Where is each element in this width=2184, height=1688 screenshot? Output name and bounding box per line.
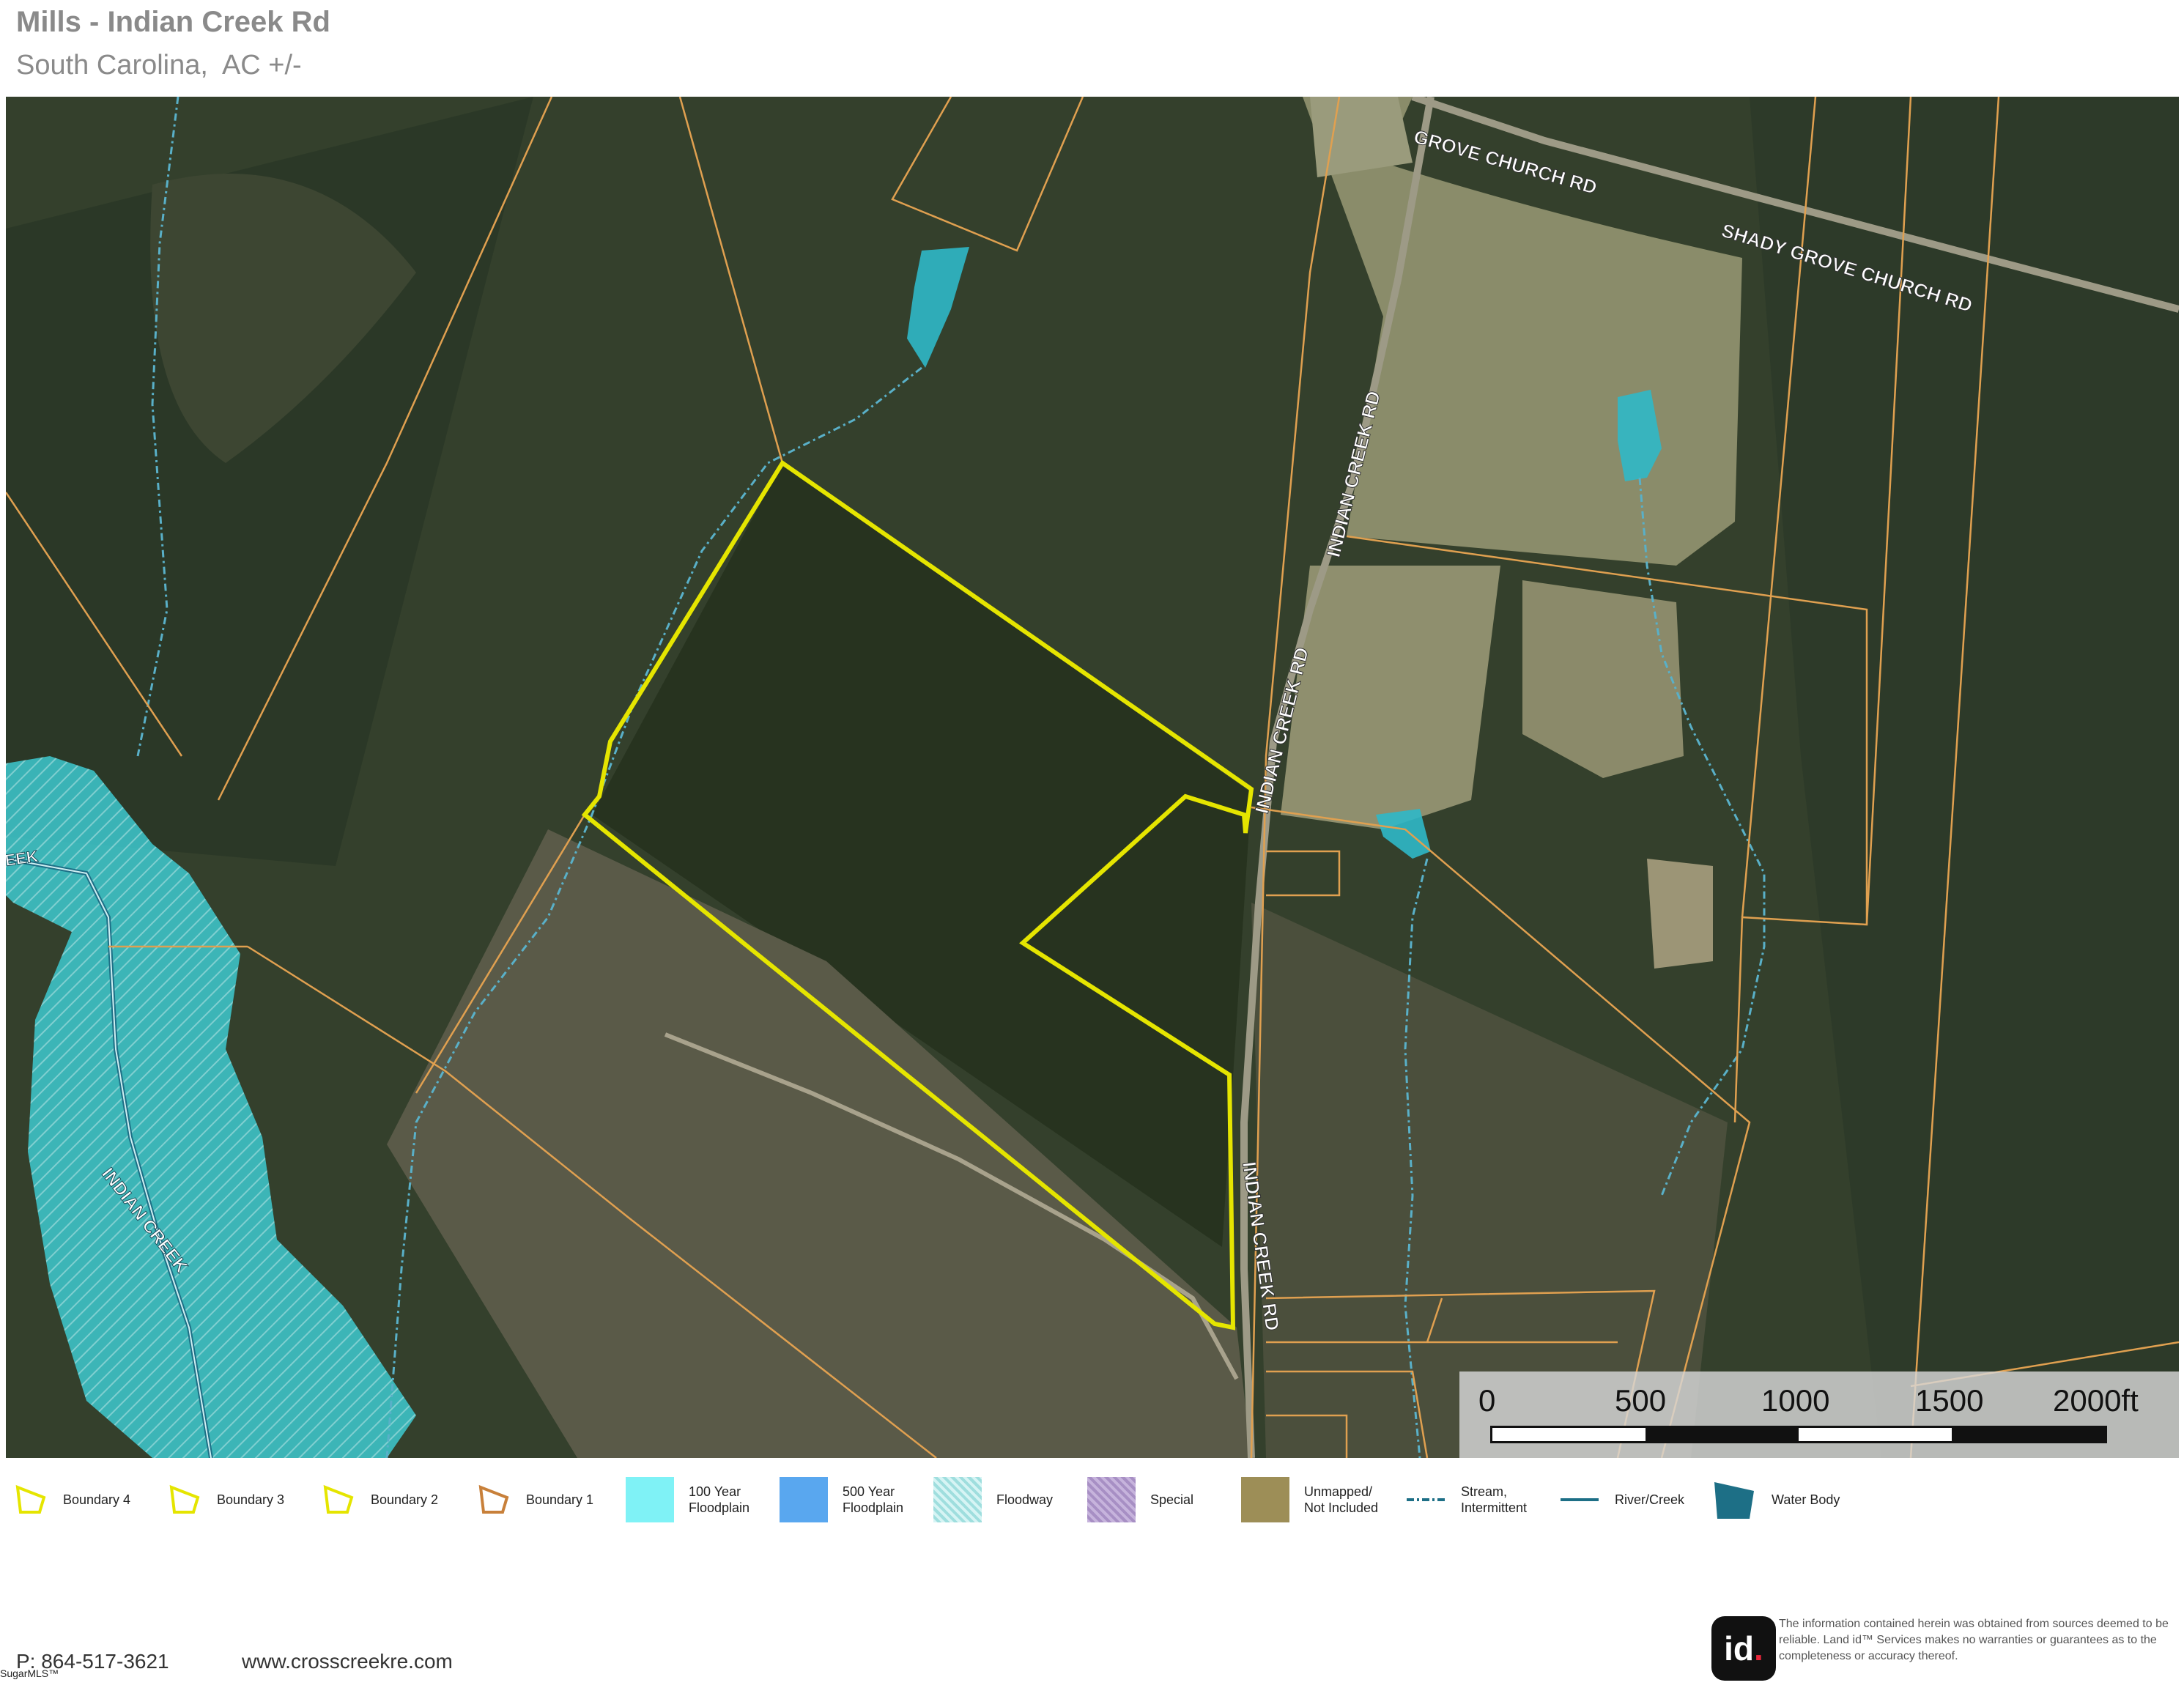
- legend-stream: Stream, Intermittent: [1405, 1474, 1527, 1525]
- legend-label-stream: Stream, Intermittent: [1461, 1484, 1528, 1515]
- legend-boundary-1: Boundary 1: [476, 1474, 593, 1525]
- scale-label-1000: 1000: [1761, 1383, 1830, 1418]
- footer-website-link[interactable]: www.crosscreekre.com: [242, 1650, 453, 1673]
- scale-seg-4: [1952, 1428, 2105, 1441]
- legend-boundary-2: Boundary 2: [321, 1474, 438, 1525]
- boundary-polygon-icon: [478, 1484, 509, 1514]
- legend-label-floodplain-500: 500 Year Floodplain: [843, 1484, 904, 1515]
- line-icon: [1561, 1498, 1599, 1501]
- legend-floodway: Floodway: [933, 1474, 1053, 1525]
- land-id-logo: id.: [1711, 1616, 1776, 1681]
- legend-floodplain-100: 100 Year Floodplain: [626, 1474, 749, 1525]
- boundary-polygon-icon: [323, 1484, 354, 1514]
- legend-special: Special: [1087, 1474, 1193, 1525]
- floodplain-500-swatch: [780, 1477, 828, 1522]
- map-legend: Boundary 4 Boundary 3 Boundary 2 Boundar…: [13, 1474, 2169, 1525]
- scale-track: [1490, 1426, 2107, 1443]
- legend-label-special: Special: [1150, 1492, 1194, 1507]
- legend-label-boundary-4: Boundary 4: [63, 1492, 131, 1507]
- legend-label-unmapped: Unmapped/ Not Included: [1304, 1484, 1379, 1515]
- scale-seg-1: [1492, 1428, 1646, 1441]
- legend-label-boundary-2: Boundary 2: [371, 1492, 439, 1507]
- logo-dot-icon: .: [1754, 1629, 1763, 1667]
- legend-label-boundary-1: Boundary 1: [526, 1492, 594, 1507]
- legend-label-floodplain-100: 100 Year Floodplain: [689, 1484, 750, 1515]
- legend-boundary-3: Boundary 3: [167, 1474, 284, 1525]
- unmapped-swatch: [1241, 1477, 1289, 1522]
- legend-label-floodway: Floodway: [996, 1492, 1054, 1507]
- logo-text: id: [1724, 1629, 1755, 1667]
- map-canvas: GROVE CHURCH RD SHADY GROVE CHURCH RD IN…: [6, 97, 2179, 1458]
- boundary-polygon-icon: [169, 1484, 200, 1514]
- legend-floodplain-500: 500 Year Floodplain: [780, 1474, 903, 1525]
- floodplain-100-swatch: [626, 1477, 674, 1522]
- floodway-swatch: [933, 1477, 982, 1522]
- scale-seg-3: [1799, 1428, 1952, 1441]
- scale-label-0: 0: [1478, 1383, 1496, 1418]
- scale-label-2000ft: 2000ft: [2053, 1383, 2139, 1418]
- water-body-icon: [1714, 1482, 1754, 1519]
- mls-watermark: SugarMLS™: [0, 1667, 59, 1679]
- scale-label-1500: 1500: [1915, 1383, 1984, 1418]
- map-title: Mills - Indian Creek Rd: [16, 6, 330, 38]
- legend-river: River/Creek: [1559, 1474, 1684, 1525]
- legend-label-boundary-3: Boundary 3: [217, 1492, 285, 1507]
- scale-bar: 0 500 1000 1500 2000ft: [1459, 1372, 2179, 1458]
- scale-seg-2: [1646, 1428, 1799, 1441]
- legend-label-water-body: Water Body: [1772, 1492, 1840, 1507]
- dash-dot-line-icon: [1407, 1498, 1445, 1501]
- map-subtitle: South Carolina, AC +/-: [16, 50, 302, 81]
- legend-label-river: River/Creek: [1615, 1492, 1685, 1507]
- legend-unmapped: Unmapped/ Not Included: [1241, 1474, 1378, 1525]
- aerial-map[interactable]: GROVE CHURCH RD SHADY GROVE CHURCH RD IN…: [6, 97, 2179, 1458]
- legend-water-body: Water Body: [1711, 1474, 1840, 1525]
- pasture-small: [1647, 859, 1713, 969]
- boundary-polygon-icon: [15, 1484, 46, 1514]
- legend-boundary-4: Boundary 4: [13, 1474, 130, 1525]
- special-swatch: [1087, 1477, 1136, 1522]
- scale-label-500: 500: [1615, 1383, 1667, 1418]
- disclaimer-text: The information contained herein was obt…: [1779, 1618, 2169, 1662]
